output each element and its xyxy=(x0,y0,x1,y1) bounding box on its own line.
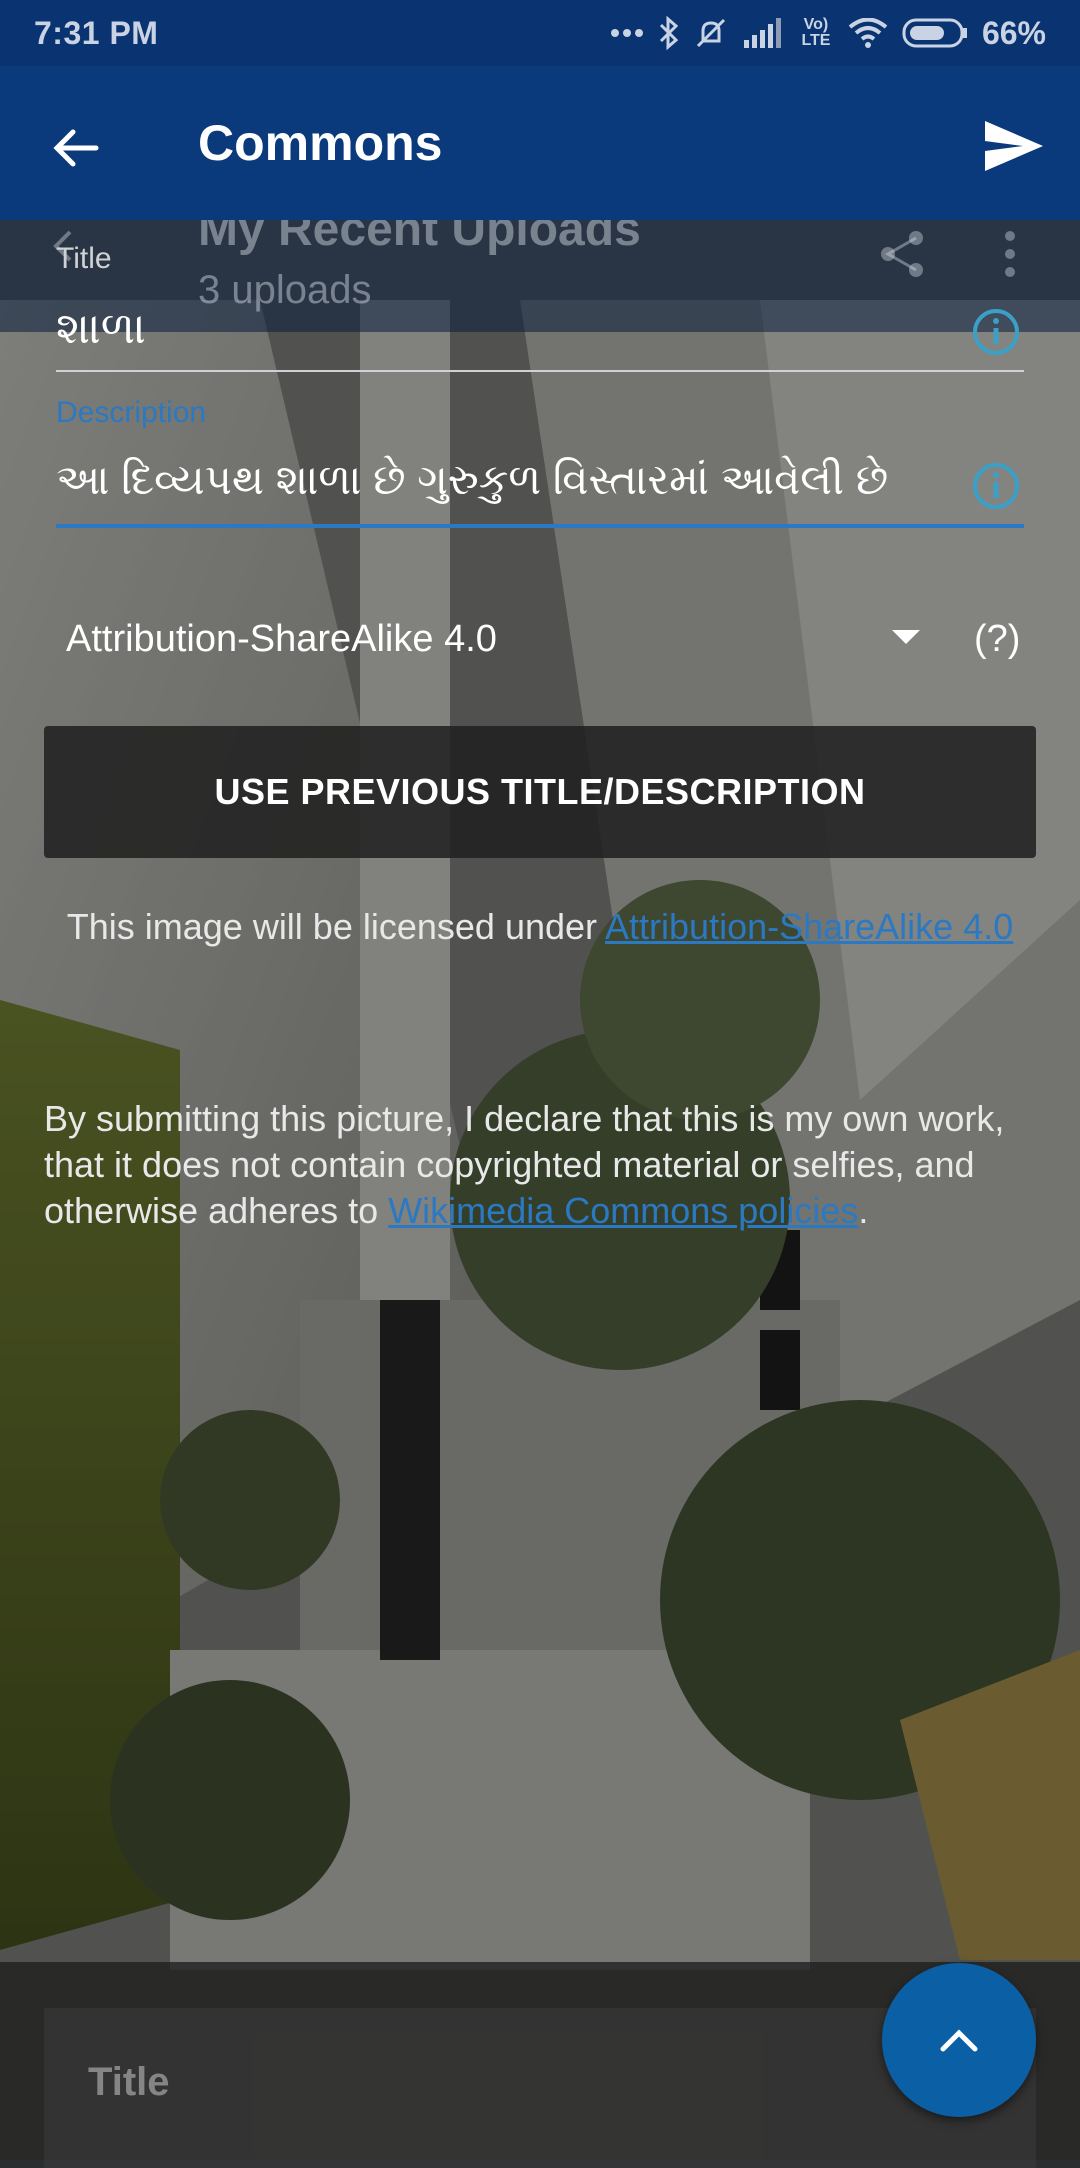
use-previous-button[interactable]: USE PREVIOUS TITLE/DESCRIPTION xyxy=(44,726,1036,858)
back-button[interactable] xyxy=(44,116,108,180)
app-bar: Commons xyxy=(0,66,1080,220)
more-vert-icon xyxy=(1000,228,1020,285)
signal-icon xyxy=(742,18,784,48)
title-info-icon[interactable] xyxy=(972,308,1020,356)
status-icons: Vo) LTE 66% xyxy=(610,15,1046,52)
ghost-subtitle: 3 uploads xyxy=(198,268,372,312)
declaration-text: By submitting this picture, I declare th… xyxy=(44,1096,1034,1234)
wifi-icon xyxy=(848,18,888,48)
chevron-up-icon xyxy=(940,2029,978,2052)
description-info-icon[interactable] xyxy=(972,462,1020,510)
back-arrow-icon xyxy=(53,129,99,167)
bluetooth-icon xyxy=(658,16,680,50)
expand-fab-button[interactable] xyxy=(882,1963,1036,2117)
policies-link[interactable]: Wikimedia Commons policies xyxy=(388,1190,858,1231)
description-input[interactable]: આ દિવ્યપથ શાળા છે ગુરુકુળ વિસ્તારમાં આવે… xyxy=(56,456,888,505)
description-underline xyxy=(56,524,1024,528)
dropdown-triangle-icon[interactable] xyxy=(892,630,920,644)
declaration-end: . xyxy=(858,1190,869,1231)
license-link[interactable]: Attribution-ShareAlike 4.0 xyxy=(605,906,1013,947)
battery-icon xyxy=(902,17,968,49)
send-button[interactable] xyxy=(978,110,1050,182)
volte-label: Vo) LTE xyxy=(801,16,831,49)
title-input[interactable]: શાળા xyxy=(56,304,146,354)
license-notice-text: This image will be licensed under xyxy=(66,906,606,947)
status-time: 7:31 PM xyxy=(34,14,159,51)
battery-percent: 66% xyxy=(981,14,1046,51)
title-label: Title xyxy=(56,242,112,275)
description-label: Description xyxy=(56,396,207,429)
status-bar: 7:31 PM Vo) LTE 66% xyxy=(0,0,1080,66)
license-notice: This image will be licensed under Attrib… xyxy=(50,904,1030,950)
silent-icon xyxy=(694,16,728,50)
send-icon xyxy=(985,121,1043,171)
license-help-button[interactable]: (?) xyxy=(974,618,1020,661)
license-dropdown[interactable]: Attribution-ShareAlike 4.0 xyxy=(66,618,497,661)
title-underline xyxy=(56,370,1024,372)
more-notifications-icon xyxy=(610,28,644,38)
next-item-title-label: Title xyxy=(88,2060,170,2104)
background-toolbar: My Recent Uploads 3 uploads xyxy=(0,203,1080,332)
app-title: Commons xyxy=(198,115,443,171)
share-icon xyxy=(876,228,928,285)
